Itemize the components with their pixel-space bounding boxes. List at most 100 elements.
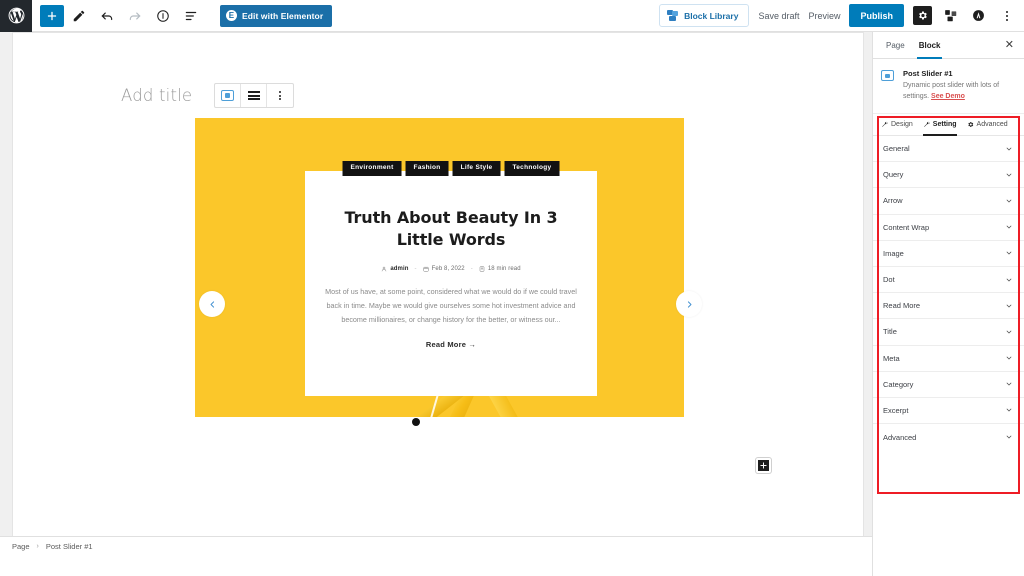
blocks-grid-icon[interactable]: [941, 6, 960, 25]
chevron-down-icon: [1006, 225, 1012, 229]
chevron-right-icon: ›: [36, 543, 39, 550]
blocks-grid-icon: [667, 10, 679, 21]
chevron-down-icon: [1006, 435, 1012, 439]
accordion-title[interactable]: Title: [873, 319, 1024, 346]
accordion-label: Query: [883, 170, 904, 180]
inserter-add-block-button[interactable]: [756, 458, 771, 473]
accordion-arrow[interactable]: Arrow: [873, 188, 1024, 215]
wordpress-block-editor: E Edit with Elementor Block Library Save…: [0, 0, 1024, 576]
breadcrumb-item-page[interactable]: Page: [12, 542, 30, 551]
editor-top-bar: E Edit with Elementor Block Library Save…: [0, 0, 1024, 32]
slider-dot[interactable]: [450, 419, 456, 424]
wordpress-logo-icon[interactable]: [0, 0, 32, 32]
avatar-icon[interactable]: [969, 6, 988, 25]
vertical-ellipsis-icon[interactable]: [997, 6, 1016, 25]
sidebar-tab-bar: Page Block ✕: [873, 32, 1024, 59]
details-button[interactable]: [150, 5, 176, 27]
slide-content-card: Environment Fashion Life Style Technolog…: [305, 161, 597, 396]
top-bar-right-tools: Block Library Save draft Preview Publish: [659, 4, 1024, 27]
category-badge[interactable]: Environment: [342, 161, 402, 176]
block-info-card: Post Slider #1 Dynamic post slider with …: [873, 59, 1024, 114]
accordion-label: General: [883, 144, 910, 154]
editor-canvas: Add title Environment Fashion Life Style…: [0, 32, 872, 556]
tab-page[interactable]: Page: [879, 32, 912, 59]
post-title-input[interactable]: Add title: [121, 86, 192, 105]
category-badge[interactable]: Technology: [504, 161, 560, 176]
post-slider-block[interactable]: Environment Fashion Life Style Technolog…: [195, 118, 702, 426]
add-block-button[interactable]: [40, 4, 64, 27]
vertical-ellipsis-icon[interactable]: [267, 84, 293, 107]
read-more-label: Read More: [425, 340, 467, 350]
align-lines-icon[interactable]: [241, 84, 268, 107]
clock-read-icon: [479, 266, 485, 272]
subtab-advanced-label: Advanced: [976, 121, 1008, 128]
post-slider-block-icon[interactable]: [215, 84, 242, 107]
chevron-down-icon: [1006, 173, 1012, 177]
chevron-down-icon: [1006, 278, 1012, 282]
edit-with-elementor-button[interactable]: E Edit with Elementor: [220, 4, 333, 27]
gear-icon[interactable]: [913, 6, 932, 25]
accordion-label: Title: [883, 327, 897, 337]
accordion-excerpt[interactable]: Excerpt: [873, 398, 1024, 425]
accordion-image[interactable]: Image: [873, 241, 1024, 267]
publish-button[interactable]: Publish: [849, 4, 904, 27]
meta-separator: -: [470, 266, 473, 273]
accordion-general[interactable]: General: [873, 136, 1024, 163]
slider-dot[interactable]: [426, 419, 432, 424]
slider-next-button[interactable]: [676, 291, 702, 317]
accordion-category[interactable]: Category: [873, 372, 1024, 398]
edit-tool-button[interactable]: [66, 5, 92, 27]
list-view-button[interactable]: [178, 5, 204, 27]
slide-read-more-link[interactable]: Read More →: [305, 340, 597, 349]
subtab-design-label: Design: [891, 121, 913, 128]
accordion-label: Dot: [883, 275, 895, 285]
meta-read-time-value: 18 min read: [487, 266, 521, 273]
subtab-setting[interactable]: Setting: [919, 114, 961, 136]
slider-prev-button[interactable]: [199, 291, 225, 317]
close-icon[interactable]: ✕: [1005, 39, 1018, 51]
chevron-down-icon: [1006, 147, 1012, 151]
save-draft-button[interactable]: Save draft: [758, 11, 799, 21]
meta-author-value: admin: [390, 266, 409, 273]
breadcrumb-item-block[interactable]: Post Slider #1: [46, 542, 93, 551]
accordion-label: Advanced: [883, 432, 917, 442]
elementor-badge-icon: E: [226, 10, 237, 21]
accordion-label: Meta: [883, 353, 900, 363]
subtab-design[interactable]: Design: [877, 114, 917, 136]
slider-dot[interactable]: [438, 419, 444, 424]
see-demo-link[interactable]: See Demo: [931, 93, 965, 100]
plus-icon: [760, 462, 767, 469]
calendar-icon: [423, 266, 429, 272]
slider-dots: [195, 417, 684, 426]
redo-button[interactable]: [122, 5, 148, 27]
slider-dot[interactable]: [462, 419, 468, 424]
block-library-button[interactable]: Block Library: [659, 4, 750, 27]
category-badge[interactable]: Fashion: [405, 161, 449, 176]
slide-post-title[interactable]: Truth About Beauty In 3 Little Words: [327, 207, 575, 250]
accordion-read-more[interactable]: Read More: [873, 293, 1024, 320]
accordion-content-wrap[interactable]: Content Wrap: [873, 215, 1024, 241]
block-toolbar: [214, 83, 295, 108]
arrow-right-icon: →: [468, 340, 477, 350]
subtab-setting-label: Setting: [932, 121, 957, 128]
accordion-advanced[interactable]: Advanced: [873, 424, 1024, 450]
accordion-query[interactable]: Query: [873, 162, 1024, 189]
edit-with-elementor-label: Edit with Elementor: [242, 10, 324, 21]
gear-icon: [967, 121, 973, 128]
wrench-icon: [882, 121, 888, 127]
preview-button[interactable]: Preview: [808, 11, 840, 21]
accordion-dot[interactable]: Dot: [873, 267, 1024, 294]
subtab-advanced[interactable]: Advanced: [963, 114, 1012, 136]
chevron-down-icon: [1006, 330, 1012, 334]
chevron-left-icon: [210, 300, 214, 308]
block-settings-sidebar: Page Block ✕ Post Slider #1 Dynamic post…: [872, 32, 1024, 576]
undo-button[interactable]: [94, 5, 120, 27]
slider-dot[interactable]: [411, 417, 420, 426]
accordion-meta[interactable]: Meta: [873, 346, 1024, 372]
chevron-down-icon: [1006, 409, 1012, 412]
category-badge[interactable]: Life Style: [452, 161, 501, 176]
post-slider-block-icon: [881, 70, 896, 102]
user-icon: [382, 266, 387, 272]
top-bar-left-tools: E Edit with Elementor: [32, 4, 333, 27]
tab-block[interactable]: Block: [912, 32, 948, 59]
